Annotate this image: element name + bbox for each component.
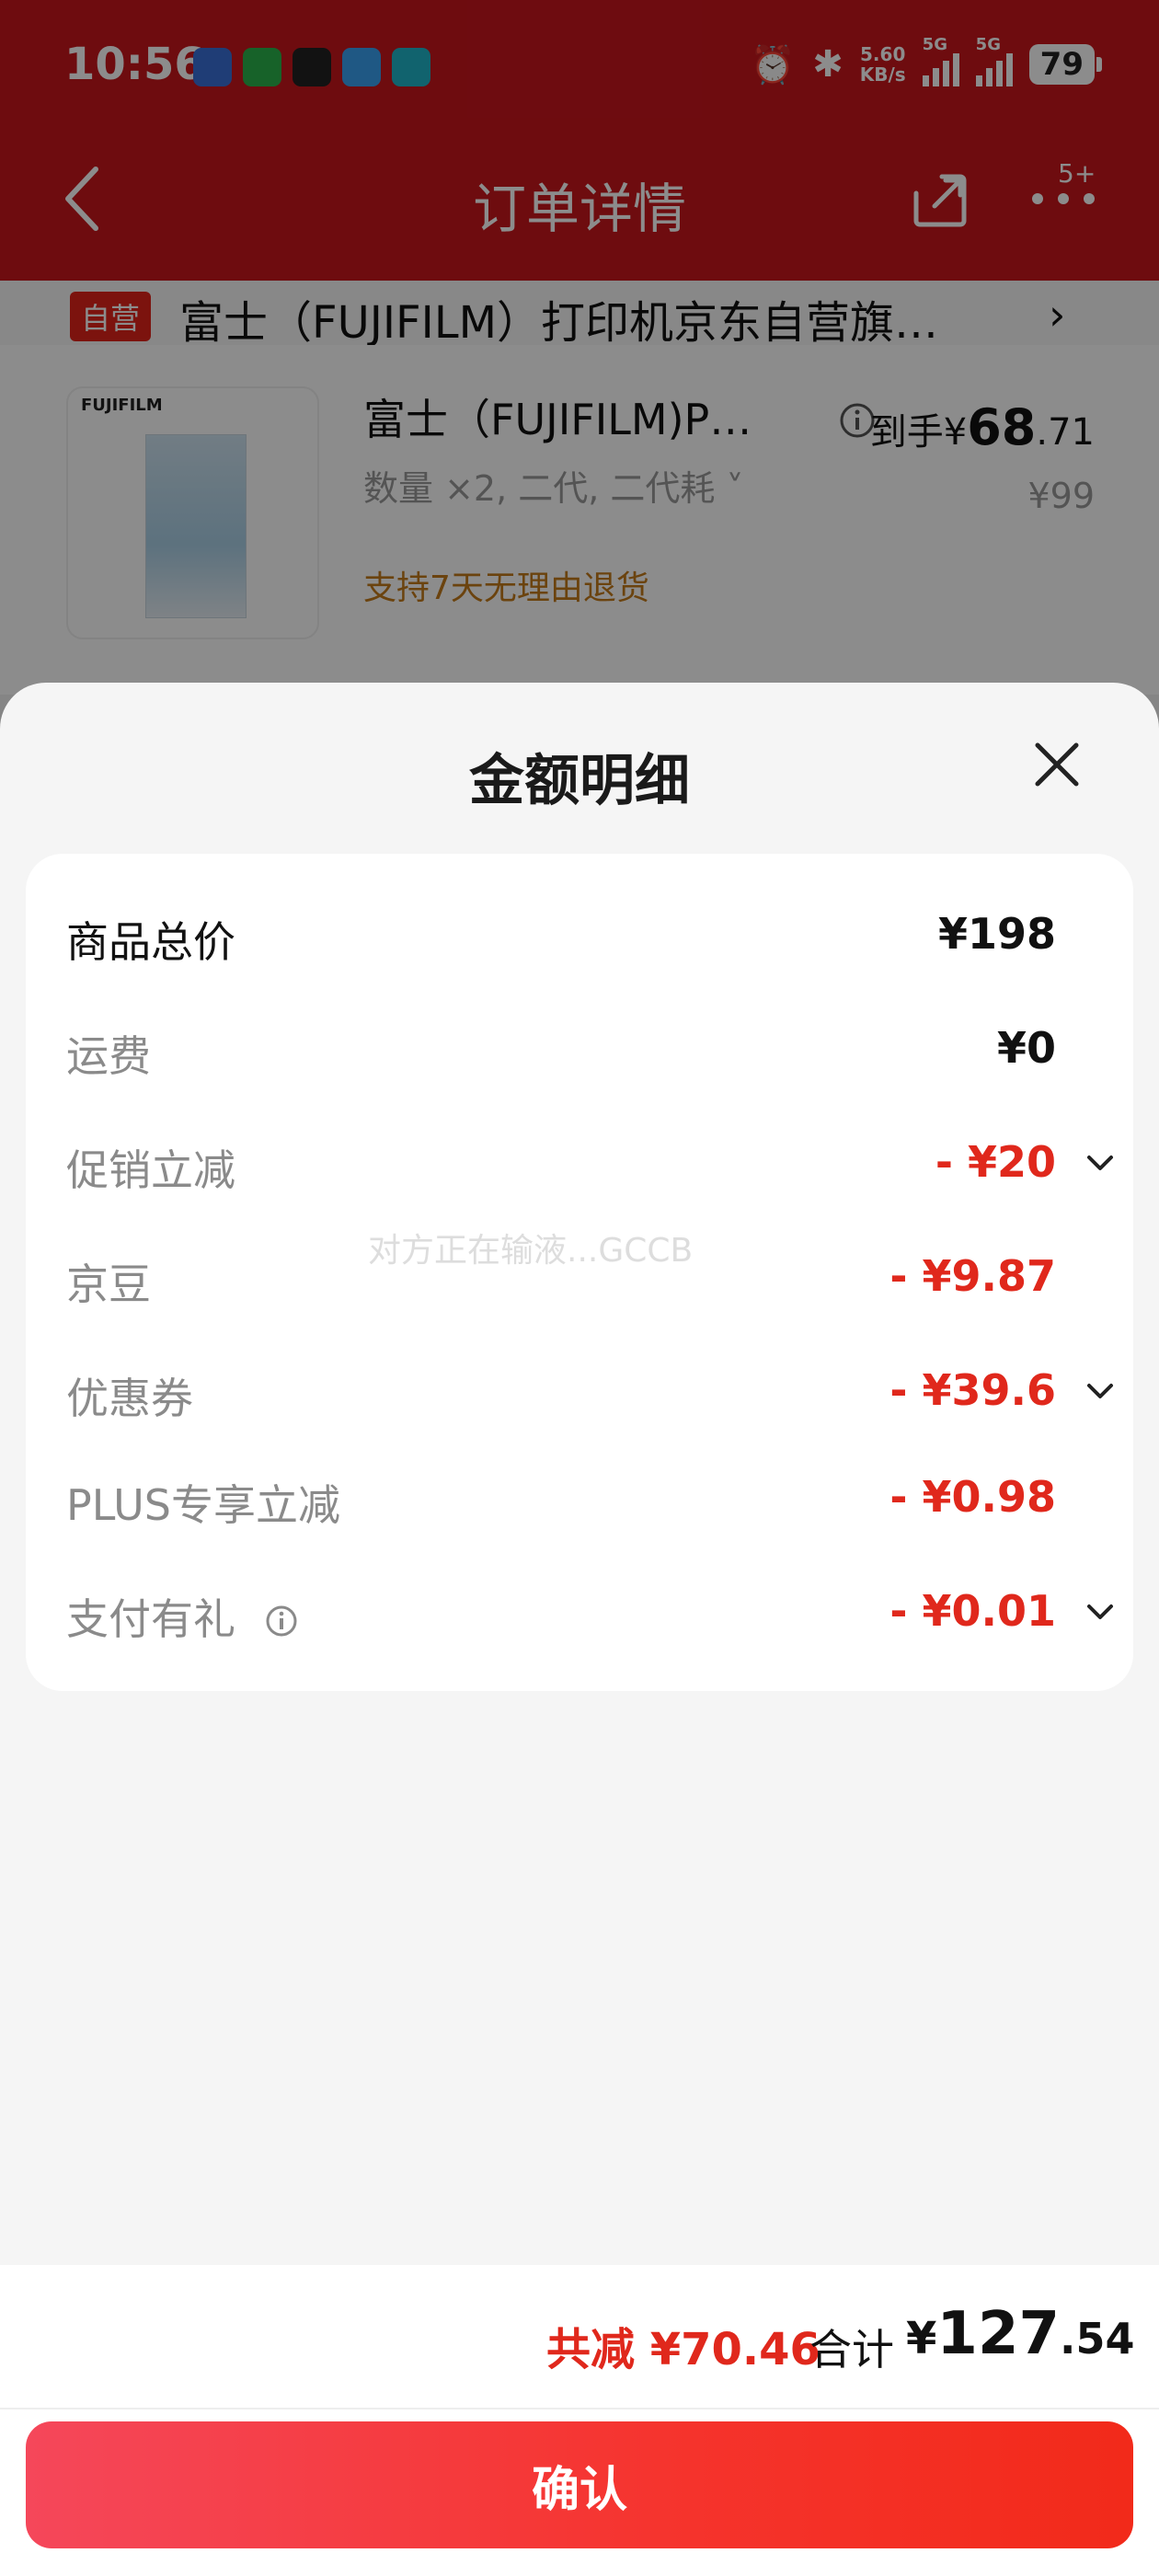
row-label: 支付有礼 bbox=[66, 1594, 235, 1644]
row-coupon[interactable]: 优惠券 - ¥39.6 bbox=[26, 1356, 1133, 1430]
row-label: PLUS专享立减 bbox=[66, 1480, 340, 1530]
row-payment-gift[interactable]: 支付有礼 - ¥0.01 bbox=[26, 1577, 1133, 1650]
info-icon[interactable] bbox=[265, 1604, 298, 1638]
row-value: - ¥9.87 bbox=[889, 1251, 1056, 1301]
row-goods-total: 商品总价 ¥198 bbox=[26, 900, 1133, 973]
confirm-button[interactable]: 确认 bbox=[26, 2421, 1133, 2548]
total-decimal: .54 bbox=[1060, 2314, 1135, 2363]
row-label: 优惠券 bbox=[66, 1374, 193, 1423]
total-discount: 共减 ¥70.46 bbox=[546, 2324, 820, 2375]
row-value: - ¥0.98 bbox=[889, 1472, 1056, 1522]
row-value: - ¥39.6 bbox=[889, 1365, 1056, 1415]
row-value: ¥198 bbox=[937, 909, 1056, 959]
row-plus-discount: PLUS专享立减 - ¥0.98 bbox=[26, 1463, 1133, 1536]
row-label: 促销立减 bbox=[66, 1145, 235, 1195]
row-value: - ¥20 bbox=[935, 1137, 1056, 1187]
divider bbox=[0, 2408, 1159, 2409]
sheet-title: 金额明细 bbox=[469, 749, 690, 813]
row-value: ¥0 bbox=[996, 1023, 1056, 1073]
row-shipping: 运费 ¥0 bbox=[26, 1014, 1133, 1087]
row-label: 京豆 bbox=[66, 1259, 151, 1309]
row-value: - ¥0.01 bbox=[889, 1586, 1056, 1636]
total-label: 合计 bbox=[809, 2325, 894, 2375]
row-promotion[interactable]: 促销立减 - ¥20 bbox=[26, 1128, 1133, 1202]
chevron-down-icon[interactable] bbox=[1084, 1378, 1117, 1404]
total-integer: 127 bbox=[936, 2300, 1060, 2368]
total-amount: ¥127.54 bbox=[906, 2300, 1135, 2368]
footer-bar: 共减 ¥70.46 合计 ¥127.54 确认 bbox=[0, 2265, 1159, 2576]
total-currency: ¥ bbox=[906, 2313, 937, 2364]
row-label: 运费 bbox=[66, 1031, 151, 1081]
amount-detail-card: 商品总价 ¥198 运费 ¥0 促销立减 - ¥20 京豆 - ¥9.87 优惠… bbox=[26, 854, 1133, 1691]
typing-watermark: 对方正在输液...GCCB bbox=[368, 1232, 694, 1270]
row-label: 商品总价 bbox=[66, 917, 235, 967]
close-icon[interactable] bbox=[1032, 740, 1082, 789]
chevron-down-icon[interactable] bbox=[1084, 1150, 1117, 1176]
chevron-down-icon[interactable] bbox=[1084, 1599, 1117, 1625]
